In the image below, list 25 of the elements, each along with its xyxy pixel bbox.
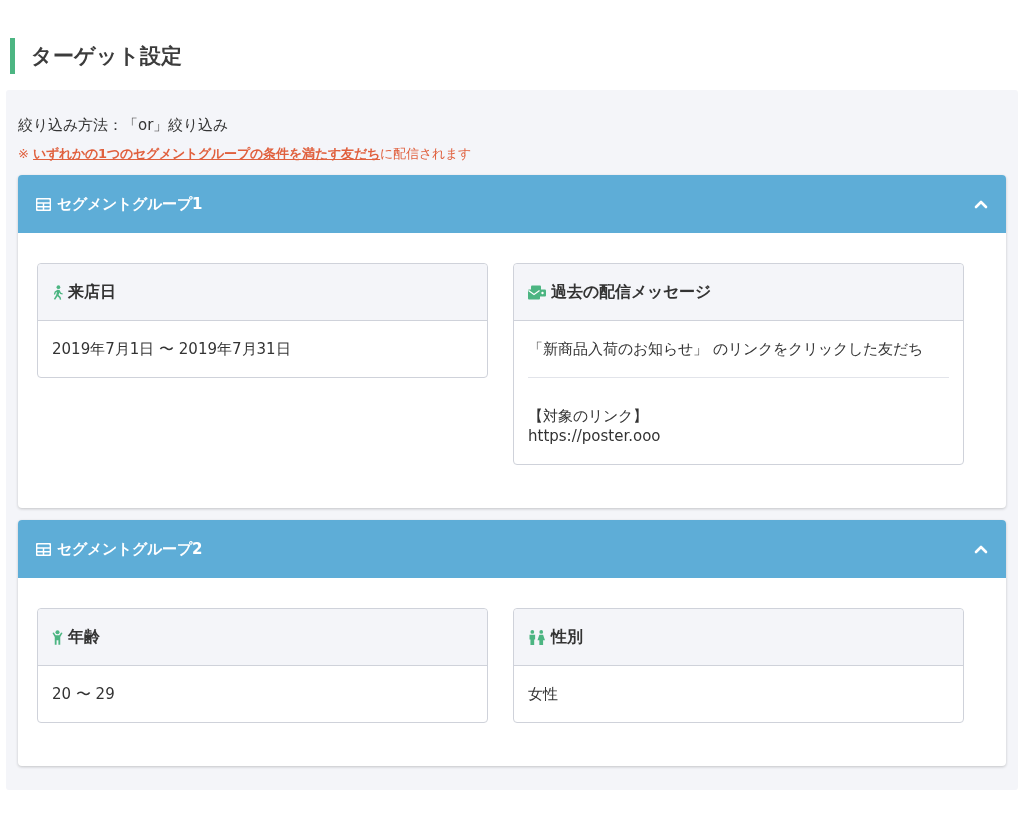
condition-title: 来店日 [68,281,116,303]
condition-title: 年齢 [68,626,100,648]
condition-text: 「新商品入荷のお知らせ」 のリンクをクリックした友だち [528,339,924,360]
table-icon [36,542,51,556]
envelope-card-icon [528,284,546,300]
chevron-up-icon[interactable] [974,199,988,209]
group-header[interactable]: セグメントグループ1 [18,175,1006,233]
condition-text: 20 〜 29 [52,684,116,705]
table-icon [36,197,51,211]
group-title: セグメントグループ2 [57,539,203,559]
condition-title: 過去の配信メッセージ [551,281,711,303]
note-link[interactable]: いずれかの1つのセグメントグループの条件を満たす友だち [33,146,381,161]
walking-person-icon [52,284,63,300]
chevron-up-icon[interactable] [974,544,988,554]
condition-text: 【対象のリンク】 https://poster.ooo [528,377,949,464]
child-icon [52,629,63,645]
condition-title: 性別 [551,626,583,648]
note-text: ※ いずれかの1つのセグメントグループの条件を満たす友だちに配信されます [18,145,473,163]
filter-method-text: 絞り込み方法：「or」絞り込み [18,116,230,135]
page-heading: ターゲット設定 [10,38,1018,74]
condition-text: 2019年7月1日 〜 2019年7月31日 [52,339,292,360]
condition-text: 女性 [528,684,559,705]
group-title: セグメントグループ1 [57,194,203,214]
group-header[interactable]: セグメントグループ2 [18,520,1006,578]
man-and-woman-icon [528,629,546,645]
